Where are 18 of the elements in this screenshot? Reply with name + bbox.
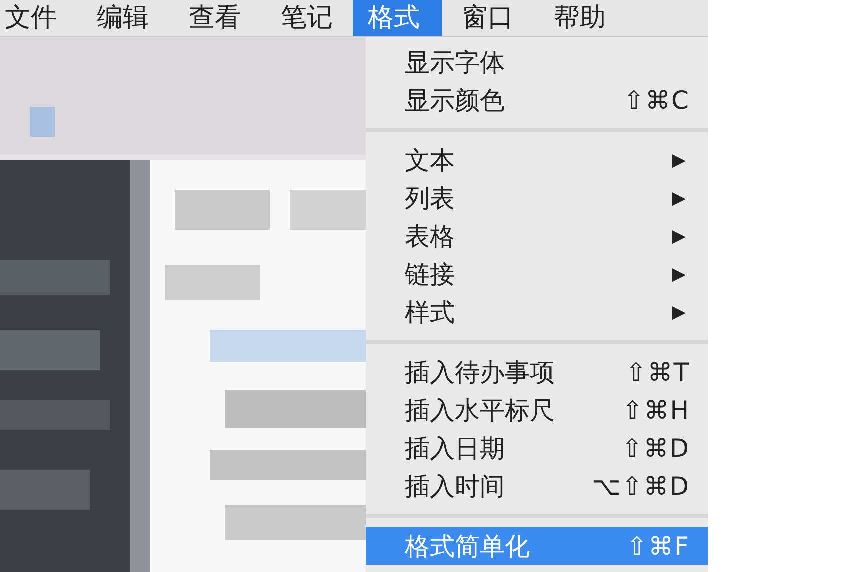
menu-item[interactable]: 表格 ▶ [366, 217, 708, 255]
menu-item[interactable]: 显示颜色 ⇧⌘C [366, 81, 708, 119]
menu-item[interactable]: 文本 ▶ [366, 141, 708, 179]
menu-item[interactable]: 显示字体 [366, 43, 708, 81]
menu-bar-item[interactable]: 格式 [353, 0, 442, 36]
menu-bar-item[interactable]: 窗口 [442, 0, 534, 36]
menu-bar-item[interactable]: 笔记 [261, 0, 353, 36]
menu-bar-item[interactable]: 文件 [0, 0, 77, 36]
menu-item[interactable]: 列表 ▶ [366, 179, 708, 217]
menu-bar-item[interactable]: 编辑 [77, 0, 169, 36]
menu-bar-item[interactable]: 帮助 [534, 0, 626, 36]
menu-item[interactable]: 插入水平标尺 ⇧⌘H [366, 391, 708, 429]
menu-item[interactable]: 插入日期 ⇧⌘D [366, 429, 708, 467]
menu-item[interactable]: 插入时间 ⌥⇧⌘D [366, 467, 708, 505]
menu-bar-item[interactable]: 查看 [169, 0, 261, 36]
menu-item[interactable]: 样式 ▶ [366, 293, 708, 331]
menu-item[interactable]: 链接 ▶ [366, 255, 708, 293]
menu-item[interactable]: 插入待办事项 ⇧⌘T [366, 353, 708, 391]
